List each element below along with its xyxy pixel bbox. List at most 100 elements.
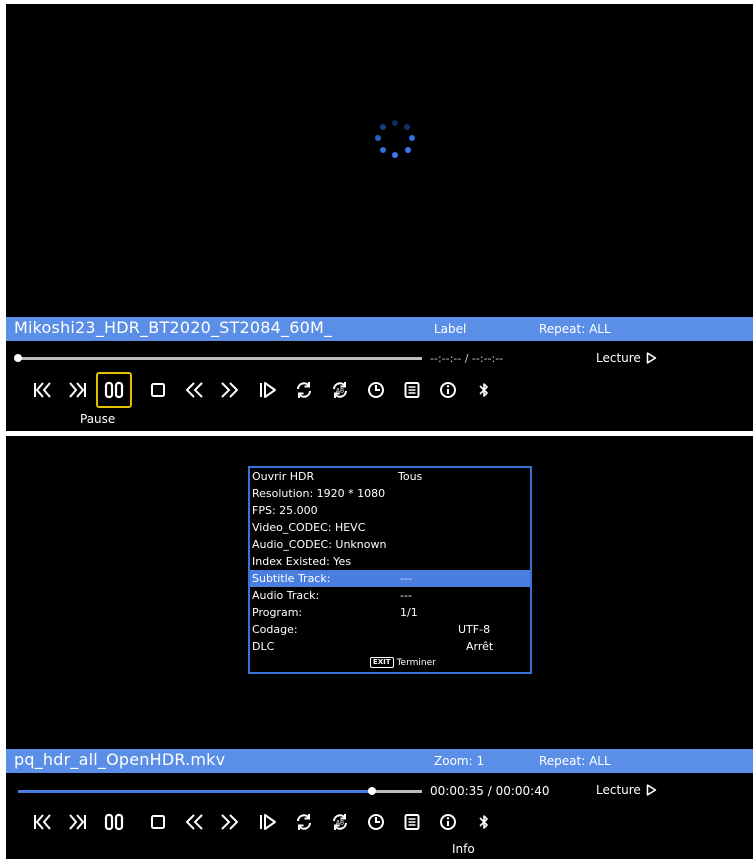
playlist-icon bbox=[404, 382, 420, 398]
resolution-text: Resolution: 1920 * 1080 bbox=[252, 487, 386, 500]
bluetooth-icon bbox=[479, 815, 488, 829]
svg-text:AB: AB bbox=[336, 388, 344, 395]
loading-spinner-icon bbox=[371, 118, 419, 166]
info-icon bbox=[440, 814, 456, 830]
bluetooth-button[interactable] bbox=[466, 372, 502, 408]
file-name: pq_hdr_all_OpenHDR.mkv bbox=[14, 750, 226, 769]
info-row-audio-track[interactable]: Audio Track: --- bbox=[250, 587, 530, 604]
time-display: 00:00:35 / 00:00:40 bbox=[430, 784, 550, 798]
time-display: --:--:-- / --:--:-- bbox=[430, 352, 504, 365]
stop-icon bbox=[151, 815, 165, 829]
playback-status-label: Lecture bbox=[596, 783, 641, 797]
rewind-icon bbox=[185, 382, 203, 398]
seek-bar[interactable] bbox=[18, 787, 422, 795]
playback-status: Lecture bbox=[596, 783, 657, 797]
file-name: Mikoshi23_HDR_BT2020_ST2084_60M_ bbox=[14, 318, 333, 337]
play-icon bbox=[646, 352, 657, 364]
previous-icon bbox=[34, 814, 51, 830]
seek-bar-handle[interactable] bbox=[367, 787, 376, 795]
seek-bar-fill bbox=[18, 790, 372, 793]
previous-button[interactable] bbox=[24, 372, 60, 408]
slow-motion-button[interactable] bbox=[250, 372, 286, 408]
control-bar: AB bbox=[18, 804, 518, 840]
playlist-button[interactable] bbox=[394, 372, 430, 408]
repeat-ab-button[interactable]: AB bbox=[322, 804, 358, 840]
bluetooth-button[interactable] bbox=[466, 804, 502, 840]
subtitle-label: Subtitle Track: bbox=[252, 572, 331, 585]
info-row-header: Ouvrir HDR Tous bbox=[250, 468, 530, 485]
subtitle-value: --- bbox=[400, 572, 412, 585]
info-row-program[interactable]: Program: 1/1 bbox=[250, 604, 530, 621]
previous-button[interactable] bbox=[24, 804, 60, 840]
info-row-codage[interactable]: Codage: UTF-8 bbox=[250, 621, 530, 638]
selected-control-label: Pause bbox=[80, 412, 116, 426]
rewind-icon bbox=[185, 814, 203, 830]
repeat-ab-icon: AB bbox=[333, 382, 347, 398]
dlc-label: DLC bbox=[252, 640, 275, 653]
repeat-button[interactable] bbox=[286, 372, 322, 408]
repeat-ab-icon: AB bbox=[333, 814, 347, 830]
rewind-button[interactable] bbox=[176, 372, 212, 408]
info-button[interactable] bbox=[430, 804, 466, 840]
playback-status-label: Lecture bbox=[596, 351, 641, 365]
info-row-index: Index Existed: Yes bbox=[250, 553, 530, 570]
exit-hint[interactable]: EXIT Terminer bbox=[370, 657, 436, 668]
stop-button[interactable] bbox=[140, 372, 176, 408]
clock-icon bbox=[368, 382, 384, 398]
fast-forward-button[interactable] bbox=[212, 372, 248, 408]
audio-codec-text: Audio_CODEC: Unknown bbox=[252, 538, 387, 551]
video-codec-text: Video_CODEC: HEVC bbox=[252, 521, 366, 534]
codage-value: UTF-8 bbox=[458, 623, 491, 636]
fps-text: FPS: 25.000 bbox=[252, 504, 318, 517]
title-bar: pq_hdr_all_OpenHDR.mkv Zoom: 1 Repeat: A… bbox=[6, 749, 753, 773]
control-bar: AB bbox=[18, 372, 518, 408]
zoom-status: Zoom: 1 bbox=[434, 754, 485, 768]
play-icon bbox=[646, 784, 657, 796]
audio-track-label: Audio Track: bbox=[252, 589, 320, 602]
info-row-dlc[interactable]: DLC Arrêt bbox=[250, 638, 530, 655]
pause-button[interactable] bbox=[96, 372, 132, 408]
repeat-ab-button[interactable]: AB bbox=[322, 372, 358, 408]
stop-icon bbox=[151, 383, 165, 397]
previous-icon bbox=[34, 382, 51, 398]
index-existed-text: Index Existed: Yes bbox=[252, 555, 352, 568]
repeat-button[interactable] bbox=[286, 804, 322, 840]
pause-icon bbox=[104, 381, 124, 399]
fast-forward-icon bbox=[221, 814, 239, 830]
next-button[interactable] bbox=[60, 804, 96, 840]
info-button[interactable] bbox=[430, 372, 466, 408]
label-text: Label bbox=[434, 322, 467, 336]
pause-button[interactable] bbox=[96, 804, 132, 840]
slow-motion-icon bbox=[260, 814, 276, 830]
fast-forward-icon bbox=[221, 382, 239, 398]
title-bar: Mikoshi23_HDR_BT2020_ST2084_60M_ Label R… bbox=[6, 317, 753, 341]
sleep-timer-button[interactable] bbox=[358, 804, 394, 840]
info-row-resolution: Resolution: 1920 * 1080 bbox=[250, 485, 530, 502]
next-button[interactable] bbox=[60, 372, 96, 408]
clock-icon bbox=[368, 814, 384, 830]
info-row-fps: FPS: 25.000 bbox=[250, 502, 530, 519]
info-row-subtitle[interactable]: Subtitle Track: --- bbox=[250, 570, 530, 587]
sleep-timer-button[interactable] bbox=[358, 372, 394, 408]
info-row-video-codec: Video_CODEC: HEVC bbox=[250, 519, 530, 536]
repeat-icon bbox=[297, 814, 311, 830]
slow-motion-button[interactable] bbox=[250, 804, 286, 840]
exit-label: Terminer bbox=[396, 657, 436, 668]
dlc-value: Arrêt bbox=[466, 640, 494, 653]
rewind-button[interactable] bbox=[176, 804, 212, 840]
info-header-right: Tous bbox=[398, 470, 423, 483]
info-header-left: Ouvrir HDR bbox=[252, 470, 315, 483]
stop-button[interactable] bbox=[140, 804, 176, 840]
seek-bar-handle[interactable] bbox=[14, 354, 22, 362]
bluetooth-icon bbox=[479, 383, 488, 397]
info-row-audio-codec: Audio_CODEC: Unknown bbox=[250, 536, 530, 553]
audio-track-value: --- bbox=[400, 589, 412, 602]
playback-status: Lecture bbox=[596, 351, 657, 365]
repeat-status: Repeat: ALL bbox=[539, 322, 611, 336]
fast-forward-button[interactable] bbox=[212, 804, 248, 840]
seek-bar[interactable] bbox=[14, 354, 422, 362]
selected-control-label: Info bbox=[452, 842, 475, 856]
playlist-button[interactable] bbox=[394, 804, 430, 840]
slow-motion-icon bbox=[260, 382, 276, 398]
video-player-loading: Mikoshi23_HDR_BT2020_ST2084_60M_ Label R… bbox=[6, 4, 753, 431]
